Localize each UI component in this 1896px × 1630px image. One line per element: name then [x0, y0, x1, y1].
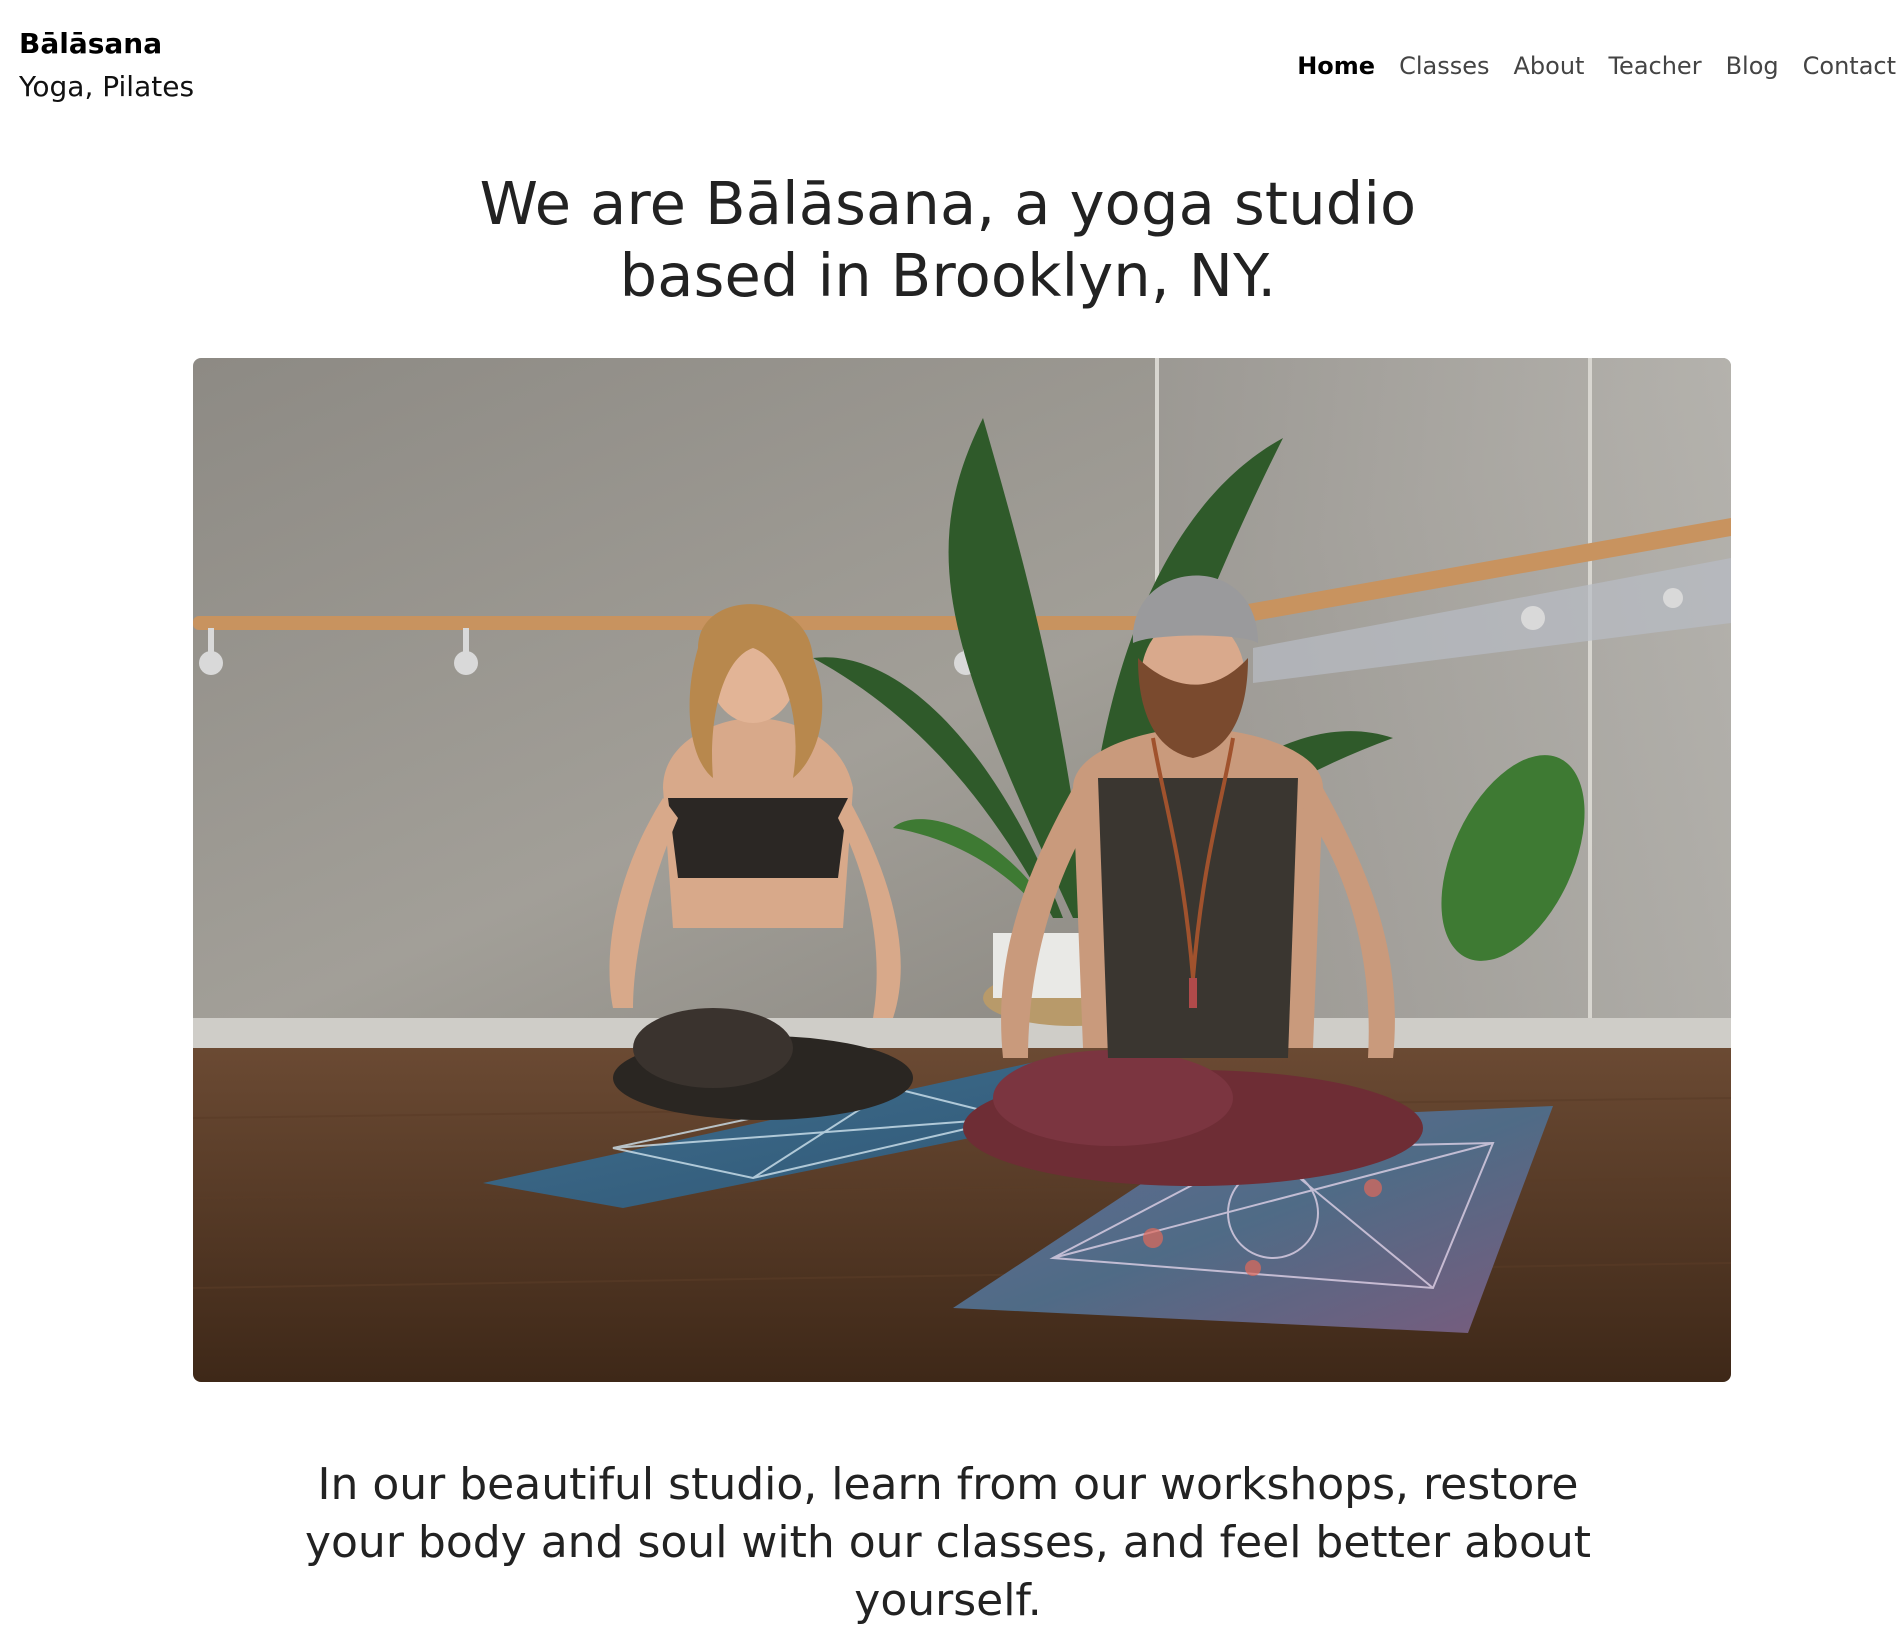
nav-item-teacher[interactable]: Teacher [1608, 52, 1701, 80]
nav-item-about[interactable]: About [1514, 52, 1585, 80]
hero-title: We are Bālāsana, a yoga studio based in … [479, 169, 1417, 310]
site-tagline: Yoga, Pilates [19, 70, 195, 103]
hero-image [193, 358, 1731, 1382]
nav-item-blog[interactable]: Blog [1726, 52, 1779, 80]
site-title[interactable]: Bālāsana [19, 26, 194, 62]
main-navigation: Home Classes About Teacher Blog Contact [1297, 52, 1896, 80]
yoga-photo-illustration [193, 358, 1731, 1382]
nav-item-classes[interactable]: Classes [1399, 52, 1489, 80]
brand[interactable]: Bālāsana Yoga, Pilates [19, 26, 194, 106]
nav-item-home[interactable]: Home [1297, 52, 1375, 80]
site-header: Bālāsana Yoga, Pilates Home Classes Abou… [0, 0, 1896, 130]
intro-text: In our beautiful studio, learn from our … [304, 1459, 1592, 1626]
nav-item-contact[interactable]: Contact [1803, 52, 1896, 80]
